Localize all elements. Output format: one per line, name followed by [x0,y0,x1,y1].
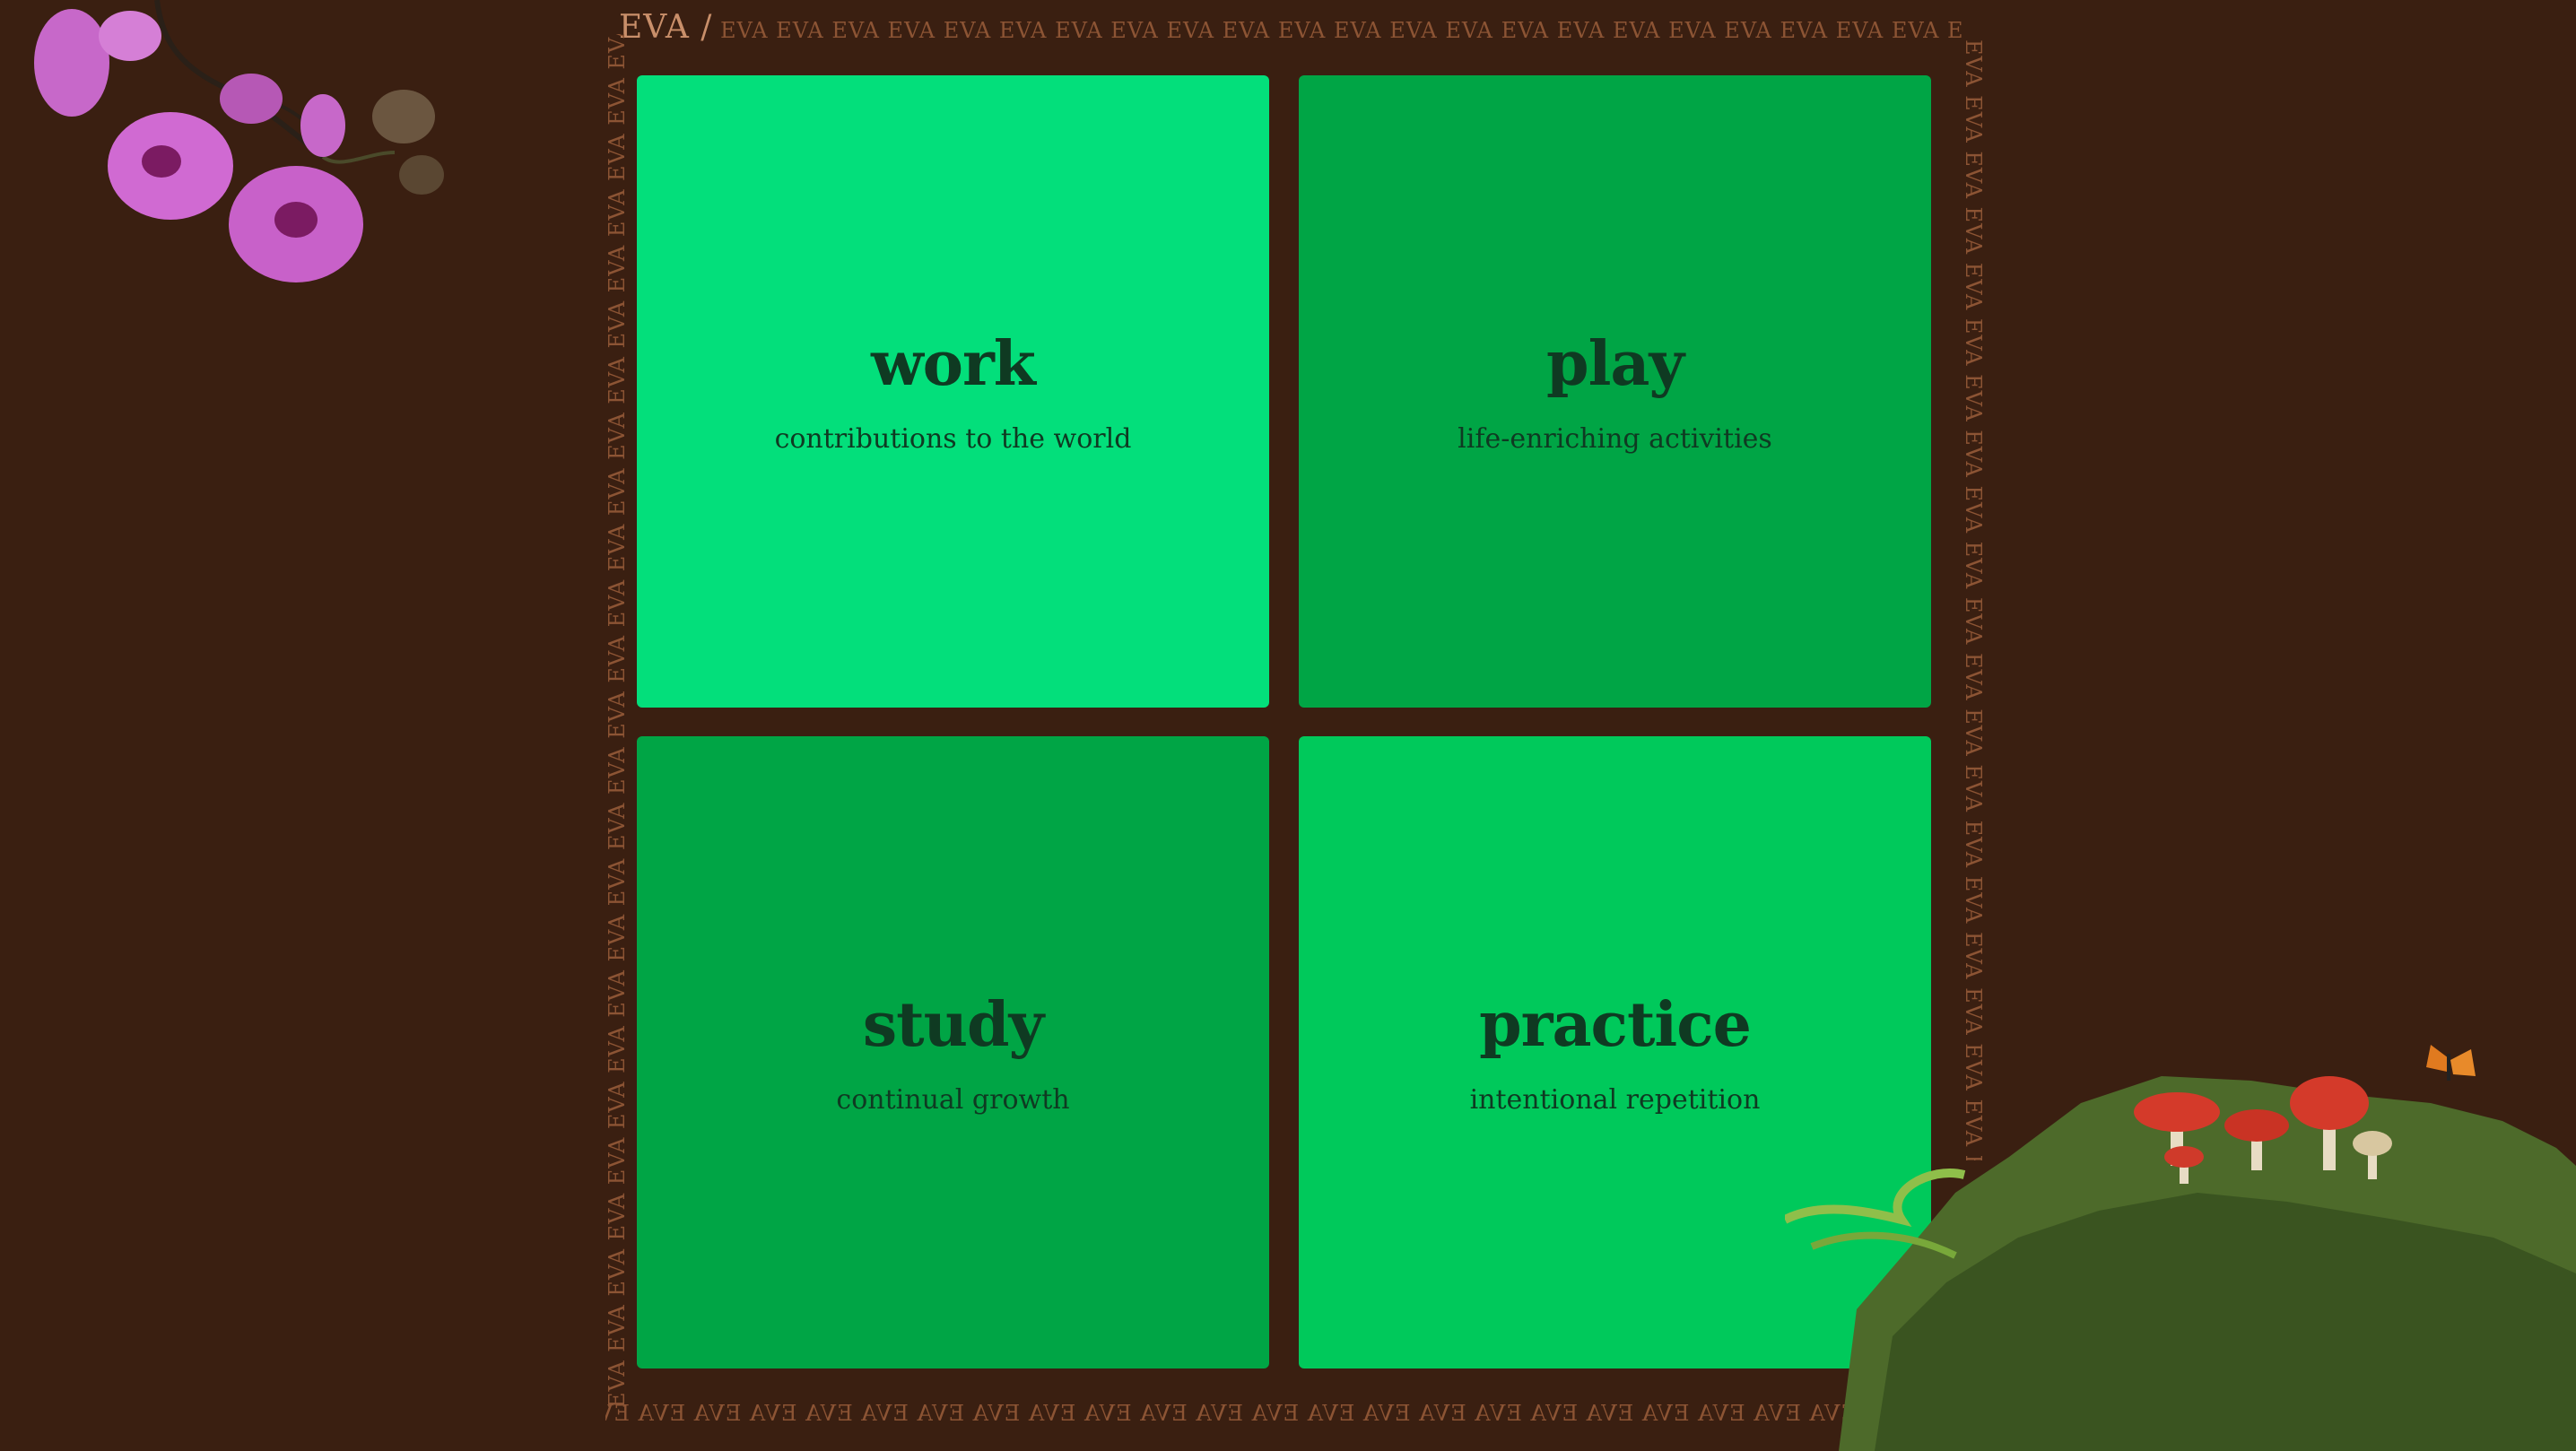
mossy-rock-illustration [1785,1045,2576,1451]
tile-subtitle: life-enriching activities [1458,423,1772,455]
tile-subtitle: contributions to the world [774,423,1132,455]
eva-border-right: EVA EVA EVA EVA EVA EVA EVA EVA EVA EVA … [1964,39,1986,1160]
eva-border-bottom: EVA EVA EVA EVA EVA EVA EVA EVA EVA EVA … [605,1401,1857,1426]
tile-title: practice [1479,989,1752,1061]
tile-title: study [862,989,1044,1061]
tile-subtitle: intentional repetition [1469,1084,1761,1116]
tile-subtitle: continual growth [836,1084,1070,1116]
orchid-illustration [34,0,444,282]
tile-title: work [871,328,1036,400]
eva-border-left: EVA EVA EVA EVA EVA EVA EVA EVA EVA EVA … [605,34,626,1408]
tile-play[interactable]: play life-enriching activities [1299,75,1931,708]
eva-border-top: EVA EVA EVA EVA EVA EVA EVA EVA EVA EVA … [720,18,1962,43]
tile-study[interactable]: study continual growth [637,736,1269,1368]
tile-work[interactable]: work contributions to the world [637,75,1269,708]
butterfly-icon [2426,1045,2476,1081]
breadcrumb[interactable]: EVA / [619,9,712,46]
tile-title: play [1546,328,1684,400]
